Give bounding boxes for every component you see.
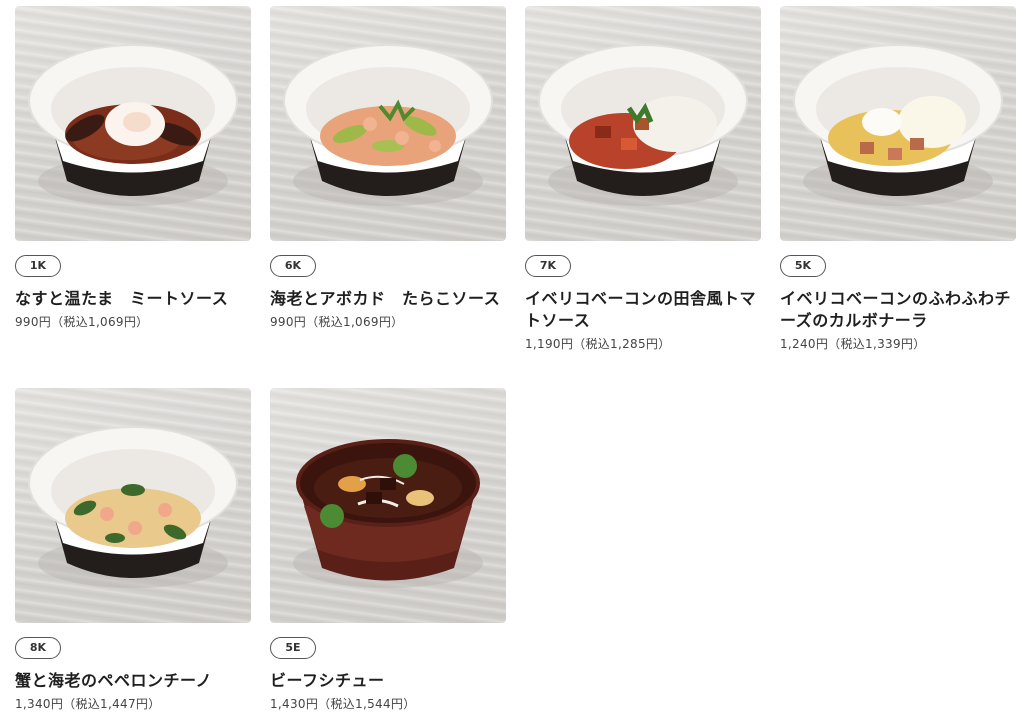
menu-card-6k[interactable]: 6K 海老とアボカド たらこソース 990円（税込1,069円） bbox=[270, 6, 506, 330]
item-name[interactable]: イベリコベーコンのふわふわチーズのカルボナーラ bbox=[780, 288, 1016, 332]
dish-photo[interactable] bbox=[525, 6, 761, 241]
item-price: 1,430円（税込1,544円） bbox=[270, 697, 416, 711]
item-code-badge: 1K bbox=[15, 255, 61, 277]
item-name[interactable]: ビーフシチュー bbox=[270, 670, 506, 692]
item-name[interactable]: なすと温たま ミートソース bbox=[15, 288, 251, 310]
item-code-badge: 5K bbox=[780, 255, 826, 277]
item-code-badge: 7K bbox=[525, 255, 571, 277]
item-code-badge: 5E bbox=[270, 637, 316, 659]
dish-photo[interactable] bbox=[780, 6, 1016, 241]
dish-photo[interactable] bbox=[15, 6, 251, 241]
item-name[interactable]: 海老とアボカド たらこソース bbox=[270, 288, 506, 310]
menu-card-8k[interactable]: 8K 蟹と海老のペペロンチーノ 1,340円（税込1,447円） bbox=[15, 388, 251, 712]
item-price: 1,340円（税込1,447円） bbox=[15, 697, 161, 711]
menu-card-5e[interactable]: 5E ビーフシチュー 1,430円（税込1,544円） bbox=[270, 388, 506, 712]
item-price: 1,240円（税込1,339円） bbox=[780, 337, 926, 351]
dish-photo[interactable] bbox=[270, 6, 506, 241]
dish-photo[interactable] bbox=[270, 388, 506, 623]
item-code-badge: 6K bbox=[270, 255, 316, 277]
item-code-badge: 8K bbox=[15, 637, 61, 659]
item-price: 990円（税込1,069円） bbox=[15, 315, 149, 329]
menu-card-1k[interactable]: 1K なすと温たま ミートソース 990円（税込1,069円） bbox=[15, 6, 251, 330]
item-price: 990円（税込1,069円） bbox=[270, 315, 404, 329]
item-name[interactable]: 蟹と海老のペペロンチーノ bbox=[15, 670, 251, 692]
menu-grid: 1K なすと温たま ミートソース 990円（税込1,069円） 6K 海老とアボ… bbox=[0, 0, 1024, 728]
menu-card-5k[interactable]: 5K イベリコベーコンのふわふわチーズのカルボナーラ 1,240円（税込1,33… bbox=[780, 6, 1016, 352]
dish-photo[interactable] bbox=[15, 388, 251, 623]
item-price: 1,190円（税込1,285円） bbox=[525, 337, 671, 351]
menu-card-7k[interactable]: 7K イベリコベーコンの田舎風トマトソース 1,190円（税込1,285円） bbox=[525, 6, 761, 352]
item-name[interactable]: イベリコベーコンの田舎風トマトソース bbox=[525, 288, 761, 332]
